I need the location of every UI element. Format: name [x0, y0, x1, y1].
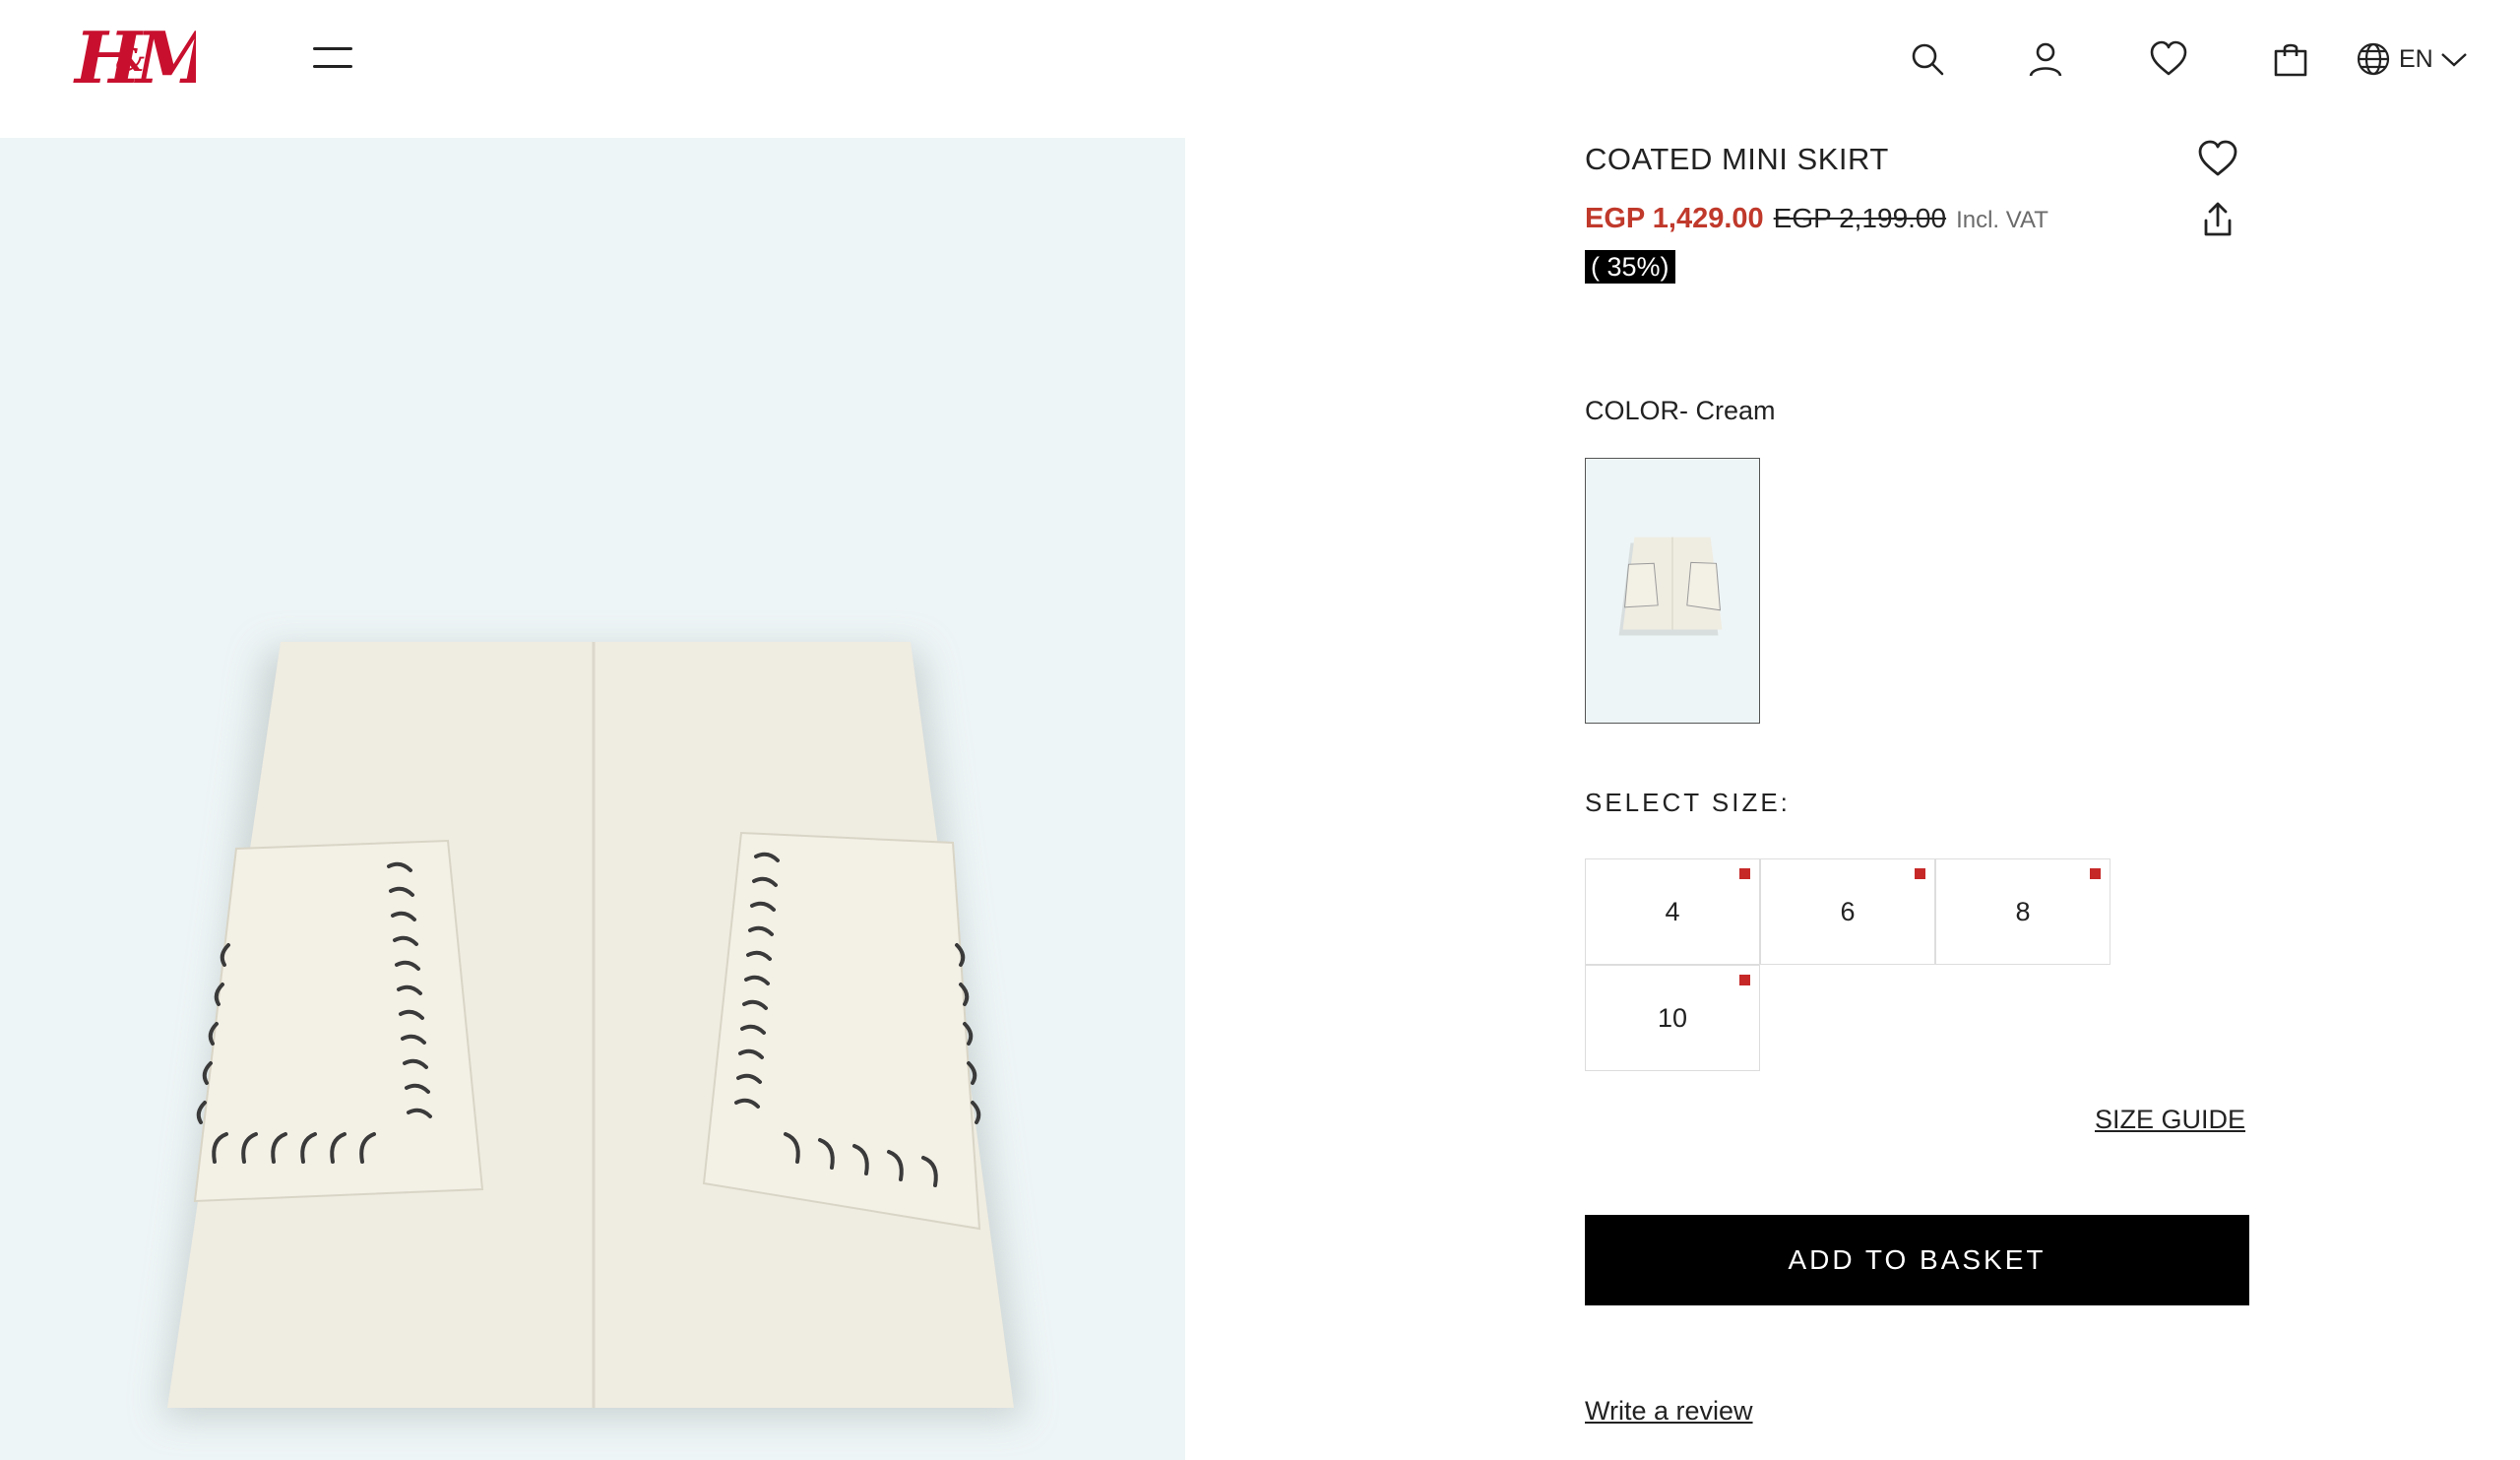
discount-badge: ( 35%)	[1585, 250, 1675, 284]
globe-icon	[2357, 42, 2390, 76]
product-title: COATED MINI SKIRT	[1585, 142, 1889, 176]
size-label: 10	[1657, 1002, 1688, 1033]
language-label: EN	[2399, 44, 2433, 73]
size-option-8[interactable]: 8	[1935, 858, 2110, 965]
low-stock-indicator	[2090, 868, 2101, 879]
product-image[interactable]	[0, 138, 1185, 1460]
low-stock-indicator	[1915, 868, 1925, 879]
vat-note: Incl. VAT	[1956, 207, 2048, 233]
price-row: EGP 1,429.00 EGP 2,199.00 Incl. VAT	[1585, 203, 2048, 235]
size-option-10[interactable]: 10	[1585, 965, 1760, 1071]
chevron-down-icon	[2440, 53, 2467, 67]
size-option-6[interactable]: 6	[1760, 858, 1935, 965]
svg-text:M: M	[133, 16, 196, 99]
size-label: 8	[2015, 896, 2031, 926]
menu-line-bottom	[313, 65, 352, 68]
site-header: H & M	[0, 0, 2520, 138]
account-icon[interactable]	[2026, 39, 2065, 79]
select-size-label: SELECT SIZE:	[1585, 788, 1791, 817]
color-label: COLOR- Cream	[1585, 396, 1776, 425]
shopping-bag-icon[interactable]	[2271, 39, 2310, 79]
menu-line-top	[313, 47, 352, 50]
menu-icon[interactable]	[313, 43, 356, 73]
sale-price: EGP 1,429.00	[1585, 203, 1764, 234]
brand-logo[interactable]: H & M	[73, 14, 217, 104]
add-to-basket-button[interactable]: ADD TO BASKET	[1585, 1215, 2249, 1305]
language-selector[interactable]: EN	[2356, 39, 2469, 79]
add-to-wishlist-heart-icon[interactable]	[2197, 140, 2238, 177]
low-stock-indicator	[1739, 975, 1750, 985]
original-price: EGP 2,199.00	[1773, 203, 1947, 233]
write-review-link[interactable]: Write a review	[1585, 1396, 1753, 1427]
size-guide-link[interactable]: SIZE GUIDE	[2095, 1105, 2245, 1135]
share-icon[interactable]	[2199, 201, 2236, 238]
size-option-4[interactable]: 4	[1585, 858, 1760, 965]
size-label: 4	[1665, 896, 1680, 926]
size-label: 6	[1840, 896, 1856, 926]
color-swatch-cream[interactable]	[1585, 458, 1760, 724]
search-icon[interactable]	[1908, 39, 1947, 79]
low-stock-indicator	[1739, 868, 1750, 879]
heart-icon[interactable]	[2149, 39, 2188, 79]
